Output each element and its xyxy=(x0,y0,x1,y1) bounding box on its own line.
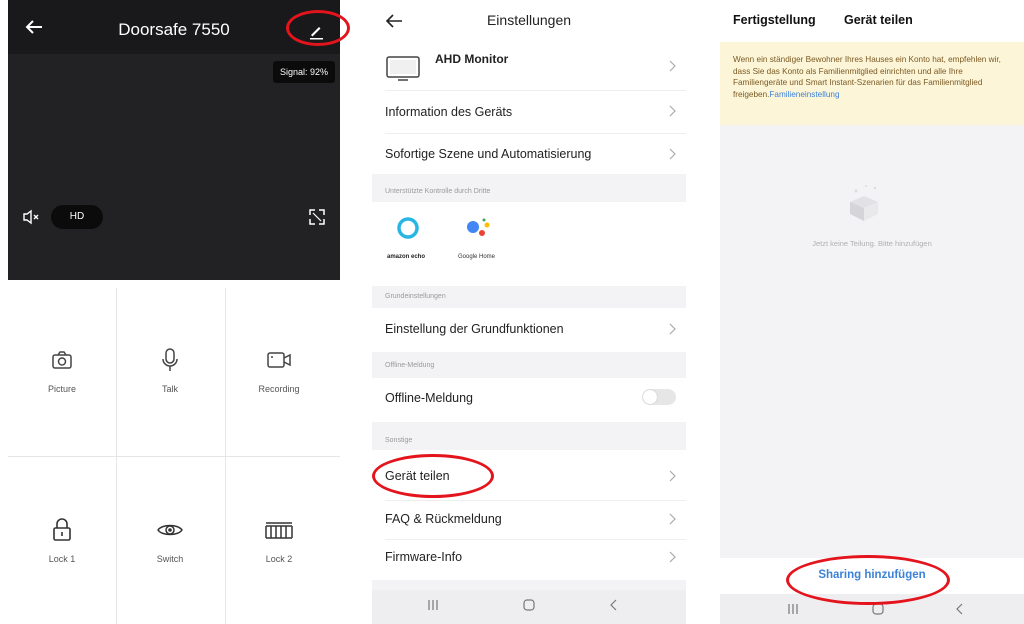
settings-screen: Einstellungen AHD Monitor Information de… xyxy=(372,0,686,624)
recording-label: Recording xyxy=(258,384,300,394)
home-icon[interactable] xyxy=(522,598,536,612)
control-grid: Picture Talk Recording Lock 1 Switch Loc… xyxy=(8,288,340,624)
google-home-button[interactable]: Google Home xyxy=(458,218,504,276)
google-assistant-icon xyxy=(467,218,490,236)
section-offline: Offline-Meldung xyxy=(372,352,686,378)
row-label: AHD Monitor xyxy=(435,52,509,66)
switch-label: Switch xyxy=(156,554,184,564)
signal-badge: Signal: 92% xyxy=(273,61,336,83)
hd-toggle-button[interactable]: HD xyxy=(51,205,103,229)
lock-icon xyxy=(53,518,71,541)
alexa-label: amazon echo xyxy=(387,254,426,260)
picture-button[interactable]: Picture xyxy=(8,288,116,454)
row-label: Information des Geräts xyxy=(385,105,513,119)
annotation-circle-add xyxy=(786,555,950,605)
chevron-right-icon xyxy=(669,105,676,117)
grid-divider xyxy=(8,456,340,457)
settings-header: Einstellungen xyxy=(372,0,686,42)
chevron-right-icon xyxy=(669,551,676,563)
lock2-label: Lock 2 xyxy=(265,554,293,564)
android-nav-bar xyxy=(372,590,686,624)
monitor-icon xyxy=(386,56,420,81)
section-label: Grundeinstellungen xyxy=(385,293,446,300)
video-camera-icon xyxy=(267,352,291,368)
share-title: Gerät teilen xyxy=(844,13,913,27)
row-label: Einstellung der Grundfunktionen xyxy=(385,322,564,336)
done-tab[interactable]: Fertigstellung xyxy=(733,13,816,27)
share-header: Fertigstellung Gerät teilen xyxy=(720,0,1024,42)
nav-back-icon[interactable] xyxy=(607,598,621,612)
family-settings-link[interactable]: Familieneinstellung xyxy=(769,90,839,99)
family-notice: Wenn ein ständiger Bewohner Ihres Hauses… xyxy=(720,42,1024,125)
eye-icon xyxy=(157,524,183,536)
gate-icon xyxy=(265,522,293,539)
row-faq[interactable]: FAQ & Rückmeldung xyxy=(372,501,686,539)
speaker-mute-icon[interactable] xyxy=(20,206,42,228)
section-label: Offline-Meldung xyxy=(385,362,435,369)
chevron-right-icon xyxy=(669,148,676,160)
chevron-right-icon xyxy=(669,470,676,482)
settings-title: Einstellungen xyxy=(486,12,572,28)
empty-state-text: Jetzt keine Teilung. Bitte hinzufügen xyxy=(812,239,932,248)
annotation-circle-share xyxy=(372,454,494,498)
share-device-screen: Fertigstellung Gerät teilen Wenn ein stä… xyxy=(720,0,1024,624)
camera-icon xyxy=(52,351,72,369)
switch-button[interactable]: Switch xyxy=(116,458,224,624)
row-label: Firmware-Info xyxy=(385,550,463,564)
section-label: Sonstige xyxy=(385,437,413,444)
fullscreen-icon[interactable] xyxy=(305,205,329,229)
section-third-party: Unterstützte Kontrolle durch Dritte xyxy=(372,174,686,202)
alexa-icon xyxy=(397,217,419,239)
nav-back-icon[interactable] xyxy=(953,602,967,616)
lock1-button[interactable]: Lock 1 xyxy=(8,458,116,624)
section-basic: Grundeinstellungen xyxy=(372,286,686,308)
section-spacer xyxy=(372,580,686,590)
chevron-right-icon xyxy=(669,513,676,525)
row-firmware[interactable]: Firmware-Info xyxy=(372,540,686,580)
row-offline-notification: Offline-Meldung xyxy=(372,378,686,422)
row-scene-automation[interactable]: Sofortige Szene und Automatisierung xyxy=(372,134,686,174)
toggle-knob xyxy=(643,390,657,404)
chevron-right-icon xyxy=(669,60,676,72)
section-misc: Sonstige xyxy=(372,422,686,450)
third-party-row: amazon echo Google Home xyxy=(372,202,686,286)
section-label: Unterstützte Kontrolle durch Dritte xyxy=(385,188,491,195)
row-basic-functions[interactable]: Einstellung der Grundfunktionen xyxy=(372,308,686,352)
alexa-button[interactable]: amazon echo xyxy=(387,216,427,276)
picture-label: Picture xyxy=(47,384,76,394)
microphone-icon xyxy=(162,348,178,371)
row-device-info[interactable]: Information des Geräts xyxy=(372,91,686,133)
row-label: FAQ & Rückmeldung xyxy=(385,512,502,526)
lock2-button[interactable]: Lock 2 xyxy=(225,458,333,624)
empty-box-icon xyxy=(850,185,878,221)
annotation-circle-edit xyxy=(286,10,350,46)
lock1-label: Lock 1 xyxy=(48,554,76,564)
offline-toggle[interactable] xyxy=(642,389,676,405)
row-label: Sofortige Szene und Automatisierung xyxy=(385,147,592,161)
camera-screen: Doorsafe 7550 Signal: 92% HD Picture Tal… xyxy=(8,0,350,624)
recording-button[interactable]: Recording xyxy=(225,288,333,454)
row-label: Offline-Meldung xyxy=(385,391,474,405)
talk-label: Talk xyxy=(161,384,178,394)
talk-button[interactable]: Talk xyxy=(116,288,224,454)
google-home-label: Google Home xyxy=(458,254,496,260)
recent-apps-icon[interactable] xyxy=(786,602,800,616)
chevron-right-icon xyxy=(669,323,676,335)
recent-apps-icon[interactable] xyxy=(426,598,440,612)
